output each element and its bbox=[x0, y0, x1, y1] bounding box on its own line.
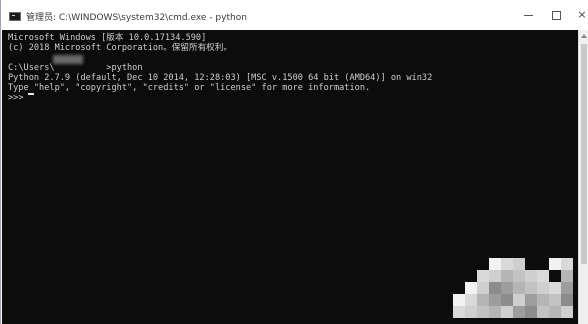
watermark-tile bbox=[561, 306, 573, 318]
watermark-tile bbox=[561, 270, 573, 282]
watermark-tile bbox=[489, 258, 501, 270]
watermark-tile bbox=[501, 294, 513, 306]
watermark-tile bbox=[549, 306, 561, 318]
console-line-python-command: C:\Users\ >python bbox=[8, 63, 143, 73]
pixelated-watermark bbox=[453, 258, 573, 318]
watermark-tile bbox=[489, 270, 501, 282]
watermark-tile bbox=[561, 282, 573, 294]
console-line-python-version: Python 2.7.9 (default, Dec 10 2014, 12:2… bbox=[8, 73, 433, 83]
watermark-tile bbox=[525, 282, 537, 294]
watermark-tile bbox=[537, 270, 549, 282]
watermark-tile bbox=[453, 306, 465, 318]
watermark-tile bbox=[477, 282, 489, 294]
watermark-tile bbox=[501, 306, 513, 318]
console-line-help-hint: Type "help", "copyright", "credits" or "… bbox=[8, 83, 371, 93]
watermark-tile bbox=[465, 282, 477, 294]
scroll-thumb[interactable] bbox=[581, 44, 587, 264]
window-title: 管理员: C:\WINDOWS\system32\cmd.exe - pytho… bbox=[26, 13, 247, 23]
watermark-tile bbox=[549, 282, 561, 294]
vertical-scrollbar[interactable] bbox=[578, 30, 588, 324]
scroll-up-arrow-icon[interactable] bbox=[581, 34, 587, 38]
cmd-window: 管理员: C:\WINDOWS\system32\cmd.exe - pytho… bbox=[0, 0, 588, 324]
watermark-tile bbox=[549, 258, 561, 270]
watermark-tile bbox=[501, 282, 513, 294]
watermark-tile bbox=[537, 282, 549, 294]
watermark-tile bbox=[501, 258, 513, 270]
minimize-icon bbox=[523, 14, 533, 16]
watermark-tile bbox=[465, 294, 477, 306]
close-button[interactable]: × bbox=[565, 0, 588, 30]
watermark-tile bbox=[537, 306, 549, 318]
watermark-tile bbox=[477, 294, 489, 306]
watermark-tile bbox=[525, 306, 537, 318]
watermark-tile bbox=[453, 294, 465, 306]
maximize-icon bbox=[551, 10, 561, 20]
watermark-tile bbox=[513, 306, 525, 318]
watermark-tile bbox=[513, 258, 525, 270]
watermark-tile bbox=[477, 270, 489, 282]
title-bar[interactable]: 管理员: C:\WINDOWS\system32\cmd.exe - pytho… bbox=[1, 0, 588, 30]
cmd-app-icon[interactable] bbox=[9, 12, 21, 21]
watermark-tile bbox=[501, 270, 513, 282]
watermark-tile bbox=[513, 282, 525, 294]
console-line-copyright: (c) 2018 Microsoft Corporation。保留所有权利。 bbox=[8, 43, 232, 53]
text-cursor bbox=[28, 93, 34, 95]
close-icon: × bbox=[577, 8, 587, 21]
watermark-tile bbox=[561, 294, 573, 306]
watermark-tile bbox=[489, 306, 501, 318]
watermark-tile bbox=[549, 294, 561, 306]
watermark-tile bbox=[537, 294, 549, 306]
redacted-username bbox=[53, 55, 83, 64]
watermark-tile bbox=[525, 294, 537, 306]
watermark-tile bbox=[513, 294, 525, 306]
console-line-os-version: Microsoft Windows [版本 10.0.17134.590] bbox=[8, 33, 207, 43]
watermark-tile bbox=[525, 270, 537, 282]
console-prompt[interactable]: >>> bbox=[8, 93, 29, 103]
watermark-tile bbox=[489, 282, 501, 294]
watermark-tile bbox=[477, 306, 489, 318]
watermark-tile bbox=[489, 294, 501, 306]
watermark-tile bbox=[513, 270, 525, 282]
watermark-tile bbox=[561, 258, 573, 270]
watermark-tile bbox=[465, 306, 477, 318]
